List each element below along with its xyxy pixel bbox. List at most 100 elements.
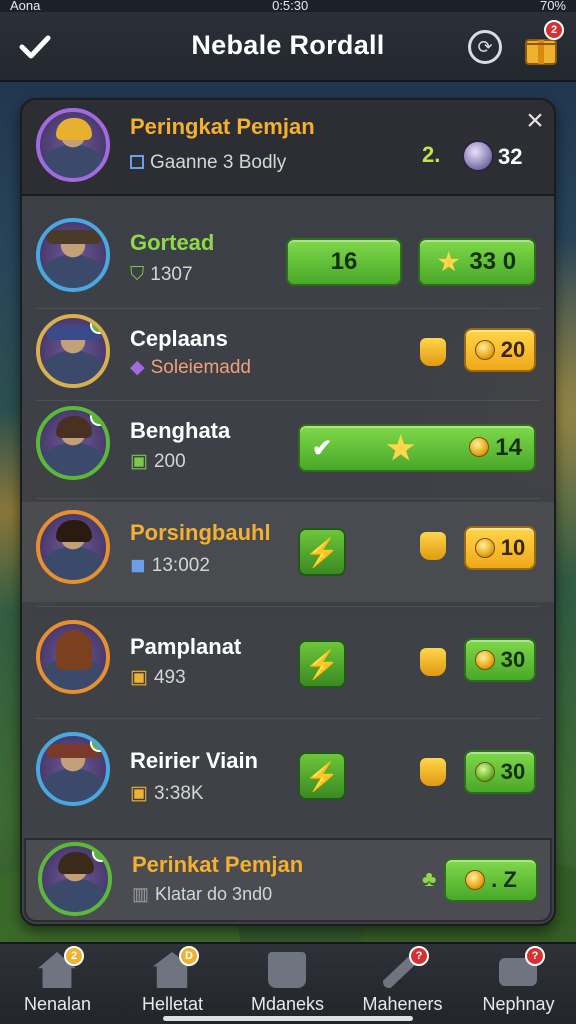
points-value: 30 xyxy=(500,647,526,672)
nav-home[interactable]: 2 Nenalan xyxy=(0,944,115,1024)
player-stat: ▣ 493 xyxy=(130,666,186,689)
self-stat: ▥ Klatar do 3nd0 xyxy=(132,884,272,905)
coin-icon xyxy=(474,762,495,782)
rank-label: 2. xyxy=(422,142,441,167)
trophy-icon xyxy=(420,338,446,366)
player-name: Reirier Viain xyxy=(130,748,258,773)
points-value: 20 xyxy=(500,337,526,362)
player-avatar: + xyxy=(36,314,110,388)
cube-icon: ◼ xyxy=(130,555,146,576)
row-divider xyxy=(36,308,540,309)
lightning-icon: ⚡ xyxy=(304,536,340,568)
player-stat: ⛉ 1307 xyxy=(130,264,193,286)
points-badge[interactable]: 10 xyxy=(464,526,536,570)
player-stat-text: 200 xyxy=(153,451,186,472)
bottom-nav: 2 Nenalan D Helletat Mdaneks ? Maheners … xyxy=(0,942,576,1024)
player-avatar xyxy=(36,218,110,292)
home-indicator xyxy=(163,1016,413,1021)
clover-icon: ♣ xyxy=(422,866,437,891)
nav-label: Helletat xyxy=(141,994,204,1014)
progress-value-wrap: 14 xyxy=(469,434,522,462)
coin-icon xyxy=(465,870,486,890)
reward-button[interactable]: ★ 33 0 xyxy=(418,238,536,286)
square-icon xyxy=(130,155,144,169)
shield-icon: ⛉ xyxy=(130,264,145,285)
checkmark-icon: ✔ xyxy=(312,434,333,462)
self-name: Perinkat Pemjan xyxy=(132,852,304,877)
leaderboard-panel: Peringkat Pemjan Gaanne 3 Bodly 2. 32 × … xyxy=(20,98,556,926)
player-stat: ◆ Soleiemadd xyxy=(130,356,251,379)
nav-label: Nenalan xyxy=(23,994,92,1014)
lightning-icon: ⚡ xyxy=(304,760,340,792)
boost-button[interactable]: ⚡ xyxy=(298,528,346,576)
trophy-icon xyxy=(420,648,446,676)
player-stat: ◼ 13:002 xyxy=(130,554,210,577)
row-divider xyxy=(36,498,540,499)
shop-bag-icon xyxy=(268,952,306,988)
points-badge[interactable]: 30 xyxy=(464,750,536,794)
boost-button[interactable]: ⚡ xyxy=(298,752,346,800)
nav-badge: D xyxy=(179,946,199,966)
chest-icon: ▣ xyxy=(130,451,148,472)
panel-subtitle-text: Gaanne 3 Bodly xyxy=(150,152,287,173)
player-stat: ▣ 200 xyxy=(130,450,186,473)
player-name: Benghata xyxy=(130,418,231,443)
nav-leaderboard[interactable]: D Helletat xyxy=(115,944,230,1024)
player-avatar xyxy=(36,510,110,584)
clock-label: 0:5:30 xyxy=(272,0,309,12)
trophy-icon xyxy=(420,532,446,560)
points-badge[interactable]: 30 xyxy=(464,638,536,682)
carrier-label: Aona xyxy=(10,0,41,12)
status-bar: Aona 0:5:30 70% xyxy=(0,0,576,12)
coin-icon xyxy=(462,140,494,172)
score-button[interactable]: 16 xyxy=(286,238,402,286)
nav-shop[interactable]: Mdaneks xyxy=(230,944,345,1024)
coin-icon xyxy=(469,437,490,457)
star-icon: ★ xyxy=(437,248,460,276)
player-name: Ceplaans xyxy=(130,326,228,351)
coin-icon xyxy=(474,538,495,558)
points-value: 30 xyxy=(500,759,526,784)
player-stat-text: 13:002 xyxy=(151,555,210,576)
plus-badge: + xyxy=(92,846,108,862)
nav-badge: 2 xyxy=(64,946,84,966)
coin-icon xyxy=(474,650,495,670)
row-divider xyxy=(36,606,540,607)
player-name: Porsingbauhl xyxy=(130,520,271,545)
self-row[interactable]: + Perinkat Pemjan ▥ Klatar do 3nd0 ♣ . Z xyxy=(24,838,552,922)
player-name: Gortead xyxy=(130,230,215,255)
points-value: 10 xyxy=(500,535,526,560)
row-divider xyxy=(36,400,540,401)
top-header: Nebale Rordall ⟳ 2 xyxy=(0,12,576,82)
header-avatar xyxy=(36,108,110,182)
row-divider xyxy=(36,718,540,719)
self-score-value: . Z xyxy=(491,867,517,892)
player-stat-text: 3:38K xyxy=(153,783,204,804)
gift-button[interactable]: 2 xyxy=(522,20,564,68)
self-avatar: + xyxy=(38,842,112,916)
self-stat-text: Klatar do 3nd0 xyxy=(155,884,273,904)
boost-button[interactable]: ⚡ xyxy=(298,640,346,688)
points-badge[interactable]: 20 xyxy=(464,328,536,372)
nav-menu[interactable]: ? Nephnay xyxy=(461,944,576,1024)
chest-icon: ▣ xyxy=(130,667,148,688)
nav-label: Maheners xyxy=(362,994,443,1014)
chest-icon: ▣ xyxy=(130,783,148,804)
nav-label: Nephnay xyxy=(482,994,555,1014)
progress-bar[interactable]: ✔ ★ 14 xyxy=(298,424,536,472)
plus-badge: + xyxy=(90,318,106,334)
sync-icon[interactable]: ⟳ xyxy=(468,30,502,64)
tower-icon: ▥ xyxy=(132,884,150,904)
nav-badge: ? xyxy=(525,946,545,966)
coin-icon xyxy=(474,340,495,360)
self-score-button[interactable]: . Z xyxy=(444,858,538,902)
panel-subtitle: Gaanne 3 Bodly xyxy=(130,152,286,174)
nav-tasks[interactable]: ? Maheners xyxy=(345,944,460,1024)
star-icon: ★ xyxy=(386,430,416,466)
battery-label: 70% xyxy=(539,0,566,12)
plus-badge: + xyxy=(90,410,106,426)
coin-count: 32 xyxy=(498,144,523,169)
player-stat-text: 1307 xyxy=(150,264,193,285)
player-avatar xyxy=(36,620,110,694)
close-icon[interactable]: × xyxy=(522,106,548,136)
